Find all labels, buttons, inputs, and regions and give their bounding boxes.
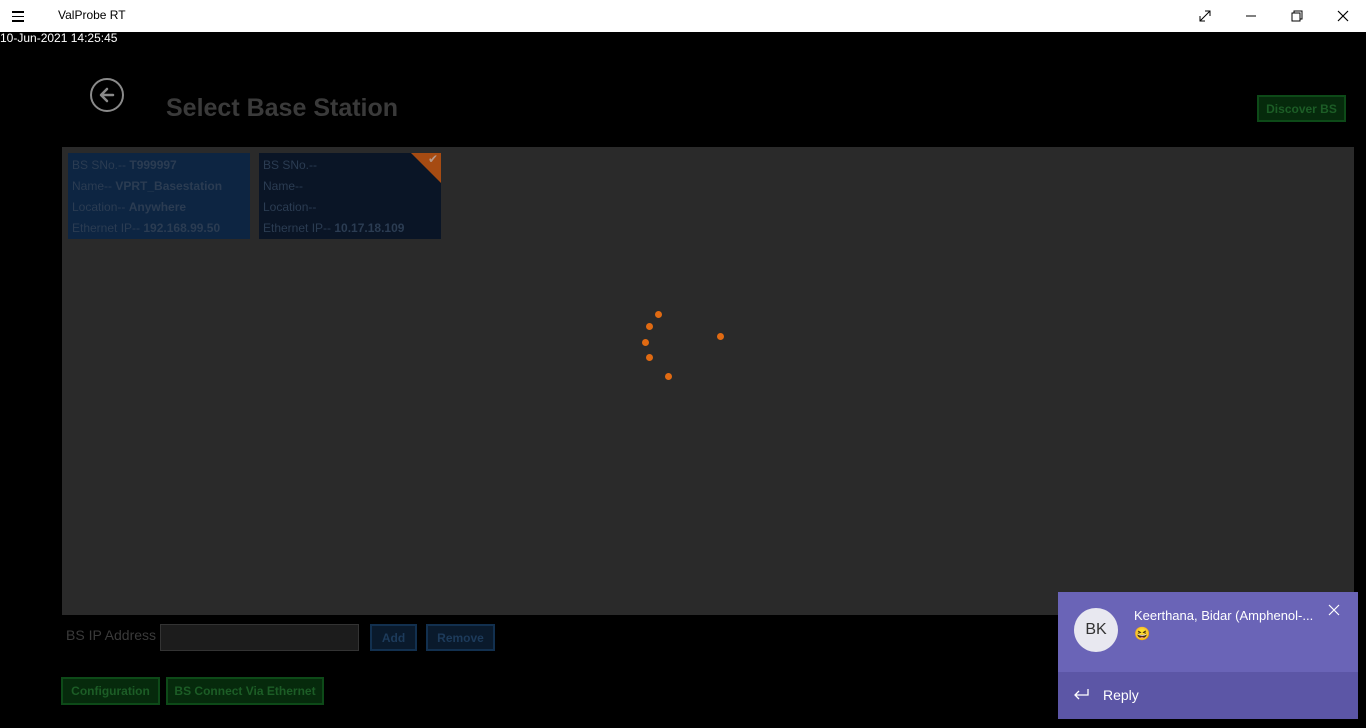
- spinner-dot: [717, 333, 724, 340]
- bs-connect-ethernet-button[interactable]: BS Connect Via Ethernet: [166, 677, 324, 705]
- ip-value: 10.17.18.109: [334, 221, 405, 235]
- sno-label: BS SNo.--: [263, 158, 318, 172]
- name-value: VPRT_Basestation: [115, 179, 223, 193]
- datetime-readout: 10-Jun-2021 14:25:45: [0, 31, 118, 45]
- reply-icon: [1074, 689, 1089, 700]
- toast-sender: Keerthana, Bidar (Amphenol-...: [1134, 608, 1314, 623]
- location-value: Anywhere: [128, 200, 187, 214]
- hamburger-menu-icon[interactable]: [12, 8, 34, 24]
- chat-notification-toast[interactable]: BK Keerthana, Bidar (Amphenol-... 😆 Repl…: [1058, 592, 1358, 719]
- toast-message: 😆: [1134, 626, 1151, 641]
- configuration-button[interactable]: Configuration: [61, 677, 160, 705]
- discover-bs-button[interactable]: Discover BS: [1257, 95, 1346, 122]
- toast-content[interactable]: BK Keerthana, Bidar (Amphenol-... 😆: [1058, 592, 1358, 672]
- reply-label: Reply: [1103, 687, 1139, 703]
- bs-ip-address-input[interactable]: [160, 624, 359, 651]
- avatar: BK: [1074, 608, 1118, 652]
- base-station-list-panel: BS SNo.-- T999997 Name-- VPRT_Basestatio…: [62, 147, 1354, 615]
- spinner-dot: [655, 311, 662, 318]
- spinner-dot: [665, 373, 672, 380]
- bs-ip-address-label: BS IP Address: [66, 627, 157, 643]
- name-label: Name--: [263, 179, 304, 193]
- ip-value: 192.168.99.50: [143, 221, 221, 235]
- spinner-dot: [646, 354, 653, 361]
- app-title: ValProbe RT: [58, 8, 126, 22]
- sno-value: T999997: [129, 158, 177, 172]
- fullscreen-icon[interactable]: [1182, 0, 1228, 32]
- name-label: Name--: [72, 179, 113, 193]
- page-title: Select Base Station: [166, 94, 399, 122]
- sno-label: BS SNo.--: [72, 158, 127, 172]
- title-bar: ValProbe RT: [0, 0, 1366, 32]
- spinner-dot: [642, 339, 649, 346]
- base-station-card-selected[interactable]: ✔ BS SNo.-- Name-- Location-- Ethernet I…: [259, 152, 441, 239]
- checkmark-icon: ✔: [427, 152, 438, 166]
- spinner-dot: [646, 323, 653, 330]
- ip-label: Ethernet IP--: [263, 221, 332, 235]
- remove-button[interactable]: Remove: [426, 624, 495, 651]
- add-button[interactable]: Add: [370, 624, 417, 651]
- base-station-card[interactable]: BS SNo.-- T999997 Name-- VPRT_Basestatio…: [68, 153, 250, 239]
- minimize-icon[interactable]: [1228, 0, 1274, 32]
- restore-icon[interactable]: [1274, 0, 1320, 32]
- location-label: Location--: [263, 200, 317, 214]
- close-icon[interactable]: [1320, 0, 1366, 32]
- toast-reply-button[interactable]: Reply: [1058, 672, 1358, 719]
- location-label: Location--: [72, 200, 126, 214]
- toast-close-icon[interactable]: [1326, 602, 1342, 618]
- arrow-left-icon: [99, 87, 115, 103]
- back-button[interactable]: [90, 78, 124, 112]
- ip-label: Ethernet IP--: [72, 221, 141, 235]
